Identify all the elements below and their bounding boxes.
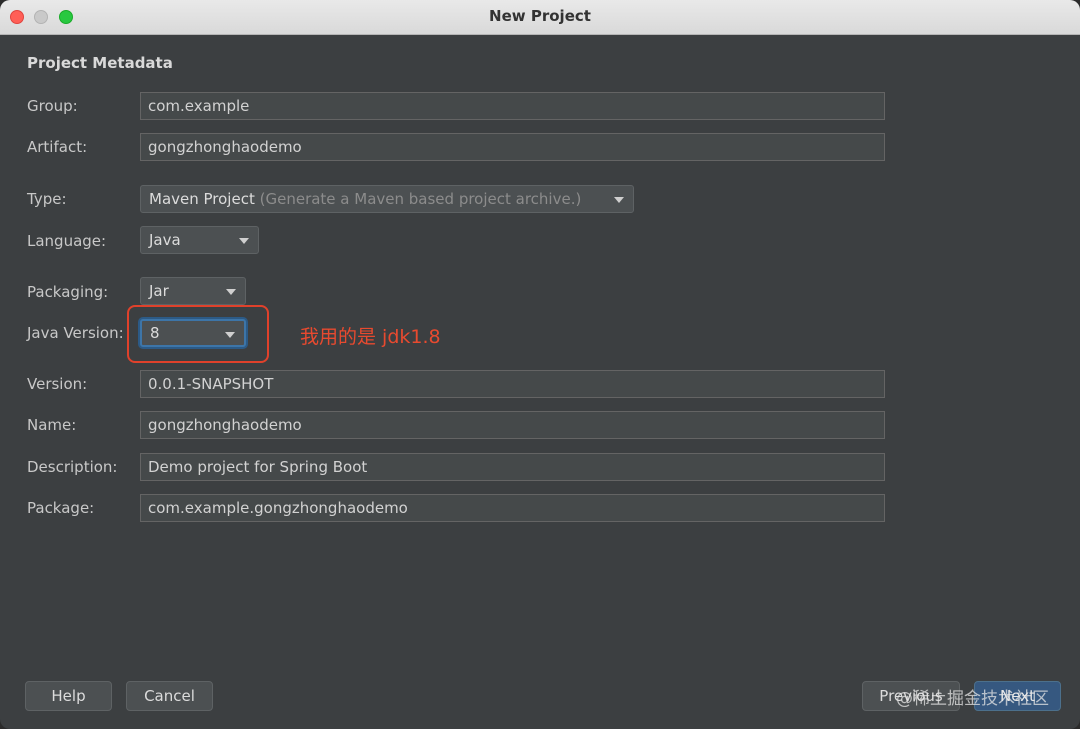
type-label: Type: [27, 190, 67, 208]
window-title: New Project [489, 7, 591, 25]
language-dropdown[interactable]: Java [140, 226, 259, 254]
help-button[interactable]: Help [25, 681, 112, 711]
java-version-label: Java Version: [27, 324, 124, 342]
group-field[interactable]: com.example [140, 92, 885, 120]
artifact-field[interactable]: gongzhonghaodemo [140, 133, 885, 161]
artifact-label: Artifact: [27, 138, 88, 156]
description-field[interactable]: Demo project for Spring Boot [140, 453, 885, 481]
annotation-highlight-box [127, 305, 269, 363]
chevron-down-icon [239, 238, 249, 244]
package-field[interactable]: com.example.gongzhonghaodemo [140, 494, 885, 522]
description-label: Description: [27, 458, 118, 476]
title-bar: New Project [0, 0, 1080, 35]
package-label: Package: [27, 499, 95, 517]
type-value: Maven Project [149, 190, 255, 208]
packaging-dropdown[interactable]: Jar [140, 277, 246, 305]
version-field[interactable]: 0.0.1-SNAPSHOT [140, 370, 885, 398]
packaging-label: Packaging: [27, 283, 109, 301]
language-label: Language: [27, 232, 107, 250]
type-dropdown[interactable]: Maven Project (Generate a Maven based pr… [140, 185, 634, 213]
cancel-button[interactable]: Cancel [126, 681, 213, 711]
watermark: @稀土掘金技术社区 [896, 689, 1049, 709]
language-value: Java [149, 231, 181, 249]
new-project-dialog: New Project Project Metadata Group: com.… [0, 0, 1080, 729]
type-hint: (Generate a Maven based project archive.… [259, 190, 582, 208]
section-title: Project Metadata [27, 54, 173, 72]
group-label: Group: [27, 97, 78, 115]
packaging-value: Jar [149, 282, 169, 300]
name-field[interactable]: gongzhonghaodemo [140, 411, 885, 439]
chevron-down-icon [226, 289, 236, 295]
annotation-text: 我用的是 jdk1.8 [300, 326, 441, 348]
chevron-down-icon [614, 197, 624, 203]
version-label: Version: [27, 375, 88, 393]
name-label: Name: [27, 416, 77, 434]
